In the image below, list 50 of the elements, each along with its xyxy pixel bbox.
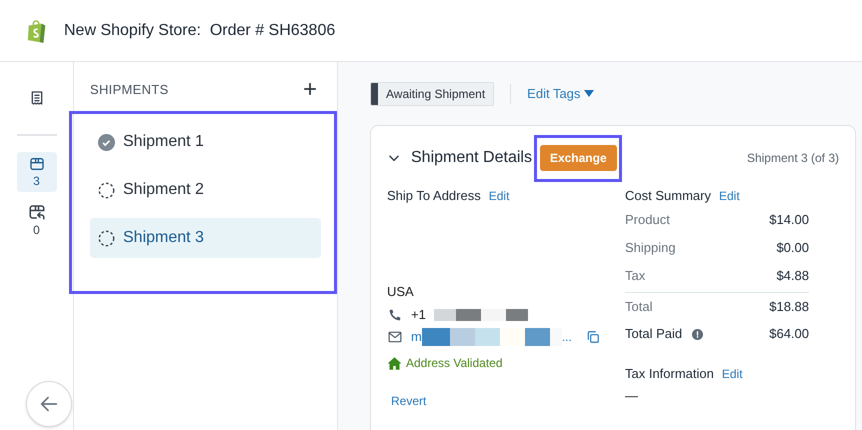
dashed-circle-icon	[98, 230, 115, 246]
edit-link[interactable]: Edit	[718, 187, 740, 205]
section-heading: Tax Information	[625, 365, 714, 384]
house-icon	[387, 356, 402, 370]
validation-status: Address Validated	[406, 355, 503, 372]
revert-link[interactable]: Revert	[391, 392, 426, 410]
section-heading: Ship To Address	[387, 187, 481, 206]
exchange-badge: Exchange	[540, 145, 617, 171]
phone-icon	[387, 307, 403, 323]
shipment-counter: Shipment 3 (of 3)	[746, 150, 839, 167]
dashed-circle-icon	[98, 182, 115, 198]
cost-label: Product	[625, 211, 670, 230]
receipt-icon	[28, 89, 44, 107]
cost-value: $64.00	[769, 325, 809, 344]
add-button[interactable]: +	[302, 78, 317, 102]
country-text: USA	[387, 283, 415, 301]
edit-tags-link[interactable]: Edit Tags	[527, 84, 594, 104]
email-link-end[interactable]: ...	[562, 328, 572, 346]
edit-link[interactable]: Edit	[722, 365, 743, 383]
email-link-start[interactable]: m	[411, 327, 422, 347]
section-title: SHIPMENTS	[90, 81, 169, 100]
shipment-item[interactable]: Shipment 2	[90, 170, 321, 210]
shopping-bag-logo-icon	[26, 18, 48, 42]
edit-link[interactable]: Edit	[488, 187, 510, 205]
back-button[interactable]	[26, 381, 72, 427]
shipment-item[interactable]: Shipment 3	[90, 218, 321, 258]
window-title: New Shopify Store: Order # SH63806	[64, 20, 336, 40]
status-tag: Awaiting Shipment	[370, 82, 494, 106]
cost-label: Total	[625, 298, 652, 316]
cost-value: $4.88	[776, 267, 809, 286]
rail-button[interactable]: 0	[16, 200, 56, 240]
cost-value: $18.88	[769, 298, 809, 316]
check-circle-icon	[98, 134, 115, 150]
caret-down-icon	[584, 90, 594, 98]
cost-label: Shipping	[625, 239, 676, 258]
card-title: Shipment Details	[411, 148, 532, 168]
copy-icon	[586, 330, 600, 344]
section-heading: Cost Summary	[625, 187, 711, 206]
box-return-icon	[28, 203, 46, 221]
cost-label: Tax	[625, 267, 646, 286]
rail-button[interactable]: 3	[16, 152, 56, 192]
phone-text: +1	[411, 306, 426, 324]
cost-label: Total Paid	[625, 325, 682, 344]
tax-value: —	[625, 387, 639, 405]
shipment-item[interactable]: Shipment 1	[90, 122, 321, 162]
cost-value: $14.00	[769, 211, 809, 230]
info-icon	[692, 328, 704, 340]
cost-value: $0.00	[776, 239, 809, 258]
envelope-icon	[387, 330, 403, 344]
box-icon	[28, 156, 44, 172]
